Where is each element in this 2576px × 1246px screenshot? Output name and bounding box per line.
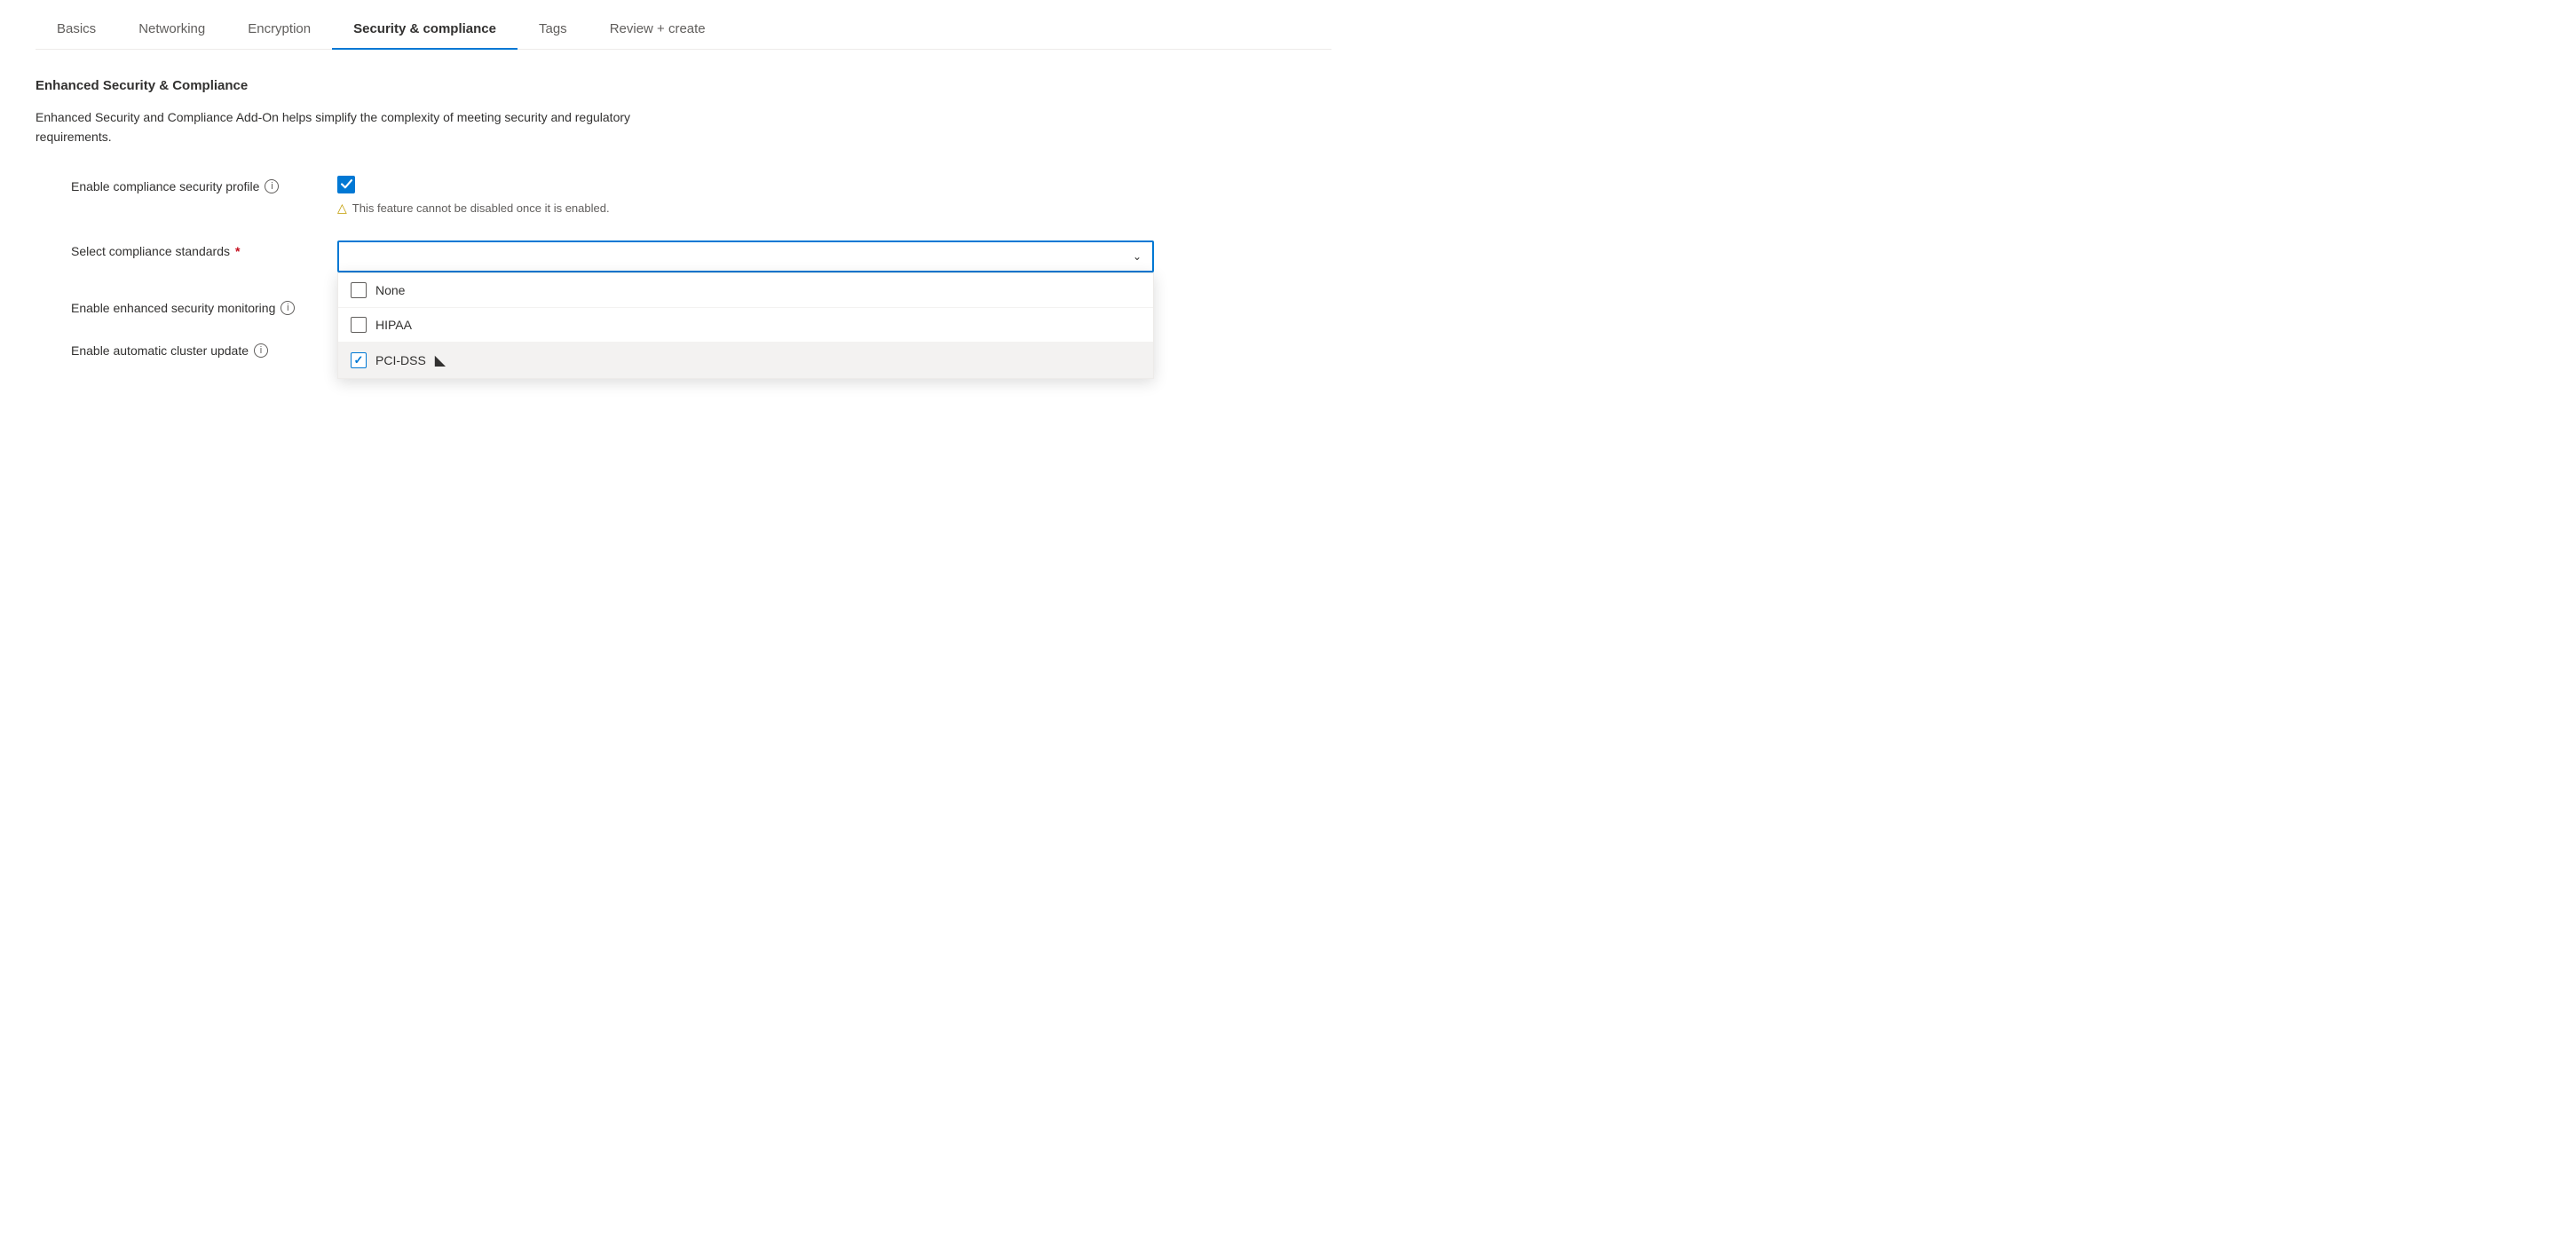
tab-navigation: Basics Networking Encryption Security & … xyxy=(36,0,1331,50)
dropdown-option-hipaa[interactable]: HIPAA xyxy=(338,308,1153,343)
compliance-profile-info-icon[interactable]: i xyxy=(265,179,279,193)
tab-networking[interactable]: Networking xyxy=(117,9,226,49)
main-content: Enhanced Security & Compliance Enhanced … xyxy=(36,50,1331,411)
section-description: Enhanced Security and Compliance Add-On … xyxy=(36,107,692,147)
none-label: None xyxy=(375,283,405,297)
cluster-update-info-icon[interactable]: i xyxy=(254,343,268,358)
pci-dss-checkbox[interactable] xyxy=(351,352,367,368)
compliance-profile-label: Enable compliance security profile i xyxy=(36,176,337,193)
pci-dss-label: PCI-DSS xyxy=(375,353,426,367)
tab-basics[interactable]: Basics xyxy=(36,9,117,49)
compliance-profile-checkbox-container xyxy=(337,176,1154,193)
security-monitoring-info-icon[interactable]: i xyxy=(281,301,295,315)
compliance-standards-dropdown-list: None HIPAA PCI-DSS ◣ xyxy=(337,272,1154,379)
tab-security-compliance[interactable]: Security & compliance xyxy=(332,9,518,49)
compliance-profile-warning: △ This feature cannot be disabled once i… xyxy=(337,201,1154,216)
compliance-profile-checkbox[interactable] xyxy=(337,176,355,193)
none-checkbox[interactable] xyxy=(351,282,367,298)
dropdown-option-none[interactable]: None xyxy=(338,273,1153,308)
cluster-update-label: Enable automatic cluster update i xyxy=(36,340,337,358)
compliance-profile-row: Enable compliance security profile i △ T… xyxy=(36,176,1331,216)
hipaa-checkbox[interactable] xyxy=(351,317,367,333)
warning-triangle-icon: △ xyxy=(337,201,347,216)
compliance-standards-select[interactable]: ⌄ xyxy=(337,241,1154,272)
compliance-standards-row: Select compliance standards * ⌄ xyxy=(36,241,1331,272)
required-indicator: * xyxy=(235,244,240,258)
compliance-standards-control: ⌄ None HIPAA xyxy=(337,241,1154,272)
tab-review-create[interactable]: Review + create xyxy=(589,9,727,49)
mouse-cursor-icon: ◣ xyxy=(435,351,446,369)
tab-tags[interactable]: Tags xyxy=(518,9,589,49)
section-title: Enhanced Security & Compliance xyxy=(36,78,1331,93)
dropdown-option-pci-dss[interactable]: PCI-DSS ◣ xyxy=(338,343,1153,378)
chevron-down-icon: ⌄ xyxy=(1133,250,1142,263)
compliance-profile-control: △ This feature cannot be disabled once i… xyxy=(337,176,1154,216)
security-monitoring-label: Enable enhanced security monitoring i xyxy=(36,297,337,315)
compliance-standards-label: Select compliance standards * xyxy=(36,241,337,258)
hipaa-label: HIPAA xyxy=(375,318,412,332)
compliance-standards-dropdown-wrapper: ⌄ None HIPAA xyxy=(337,241,1154,272)
tab-encryption[interactable]: Encryption xyxy=(226,9,332,49)
